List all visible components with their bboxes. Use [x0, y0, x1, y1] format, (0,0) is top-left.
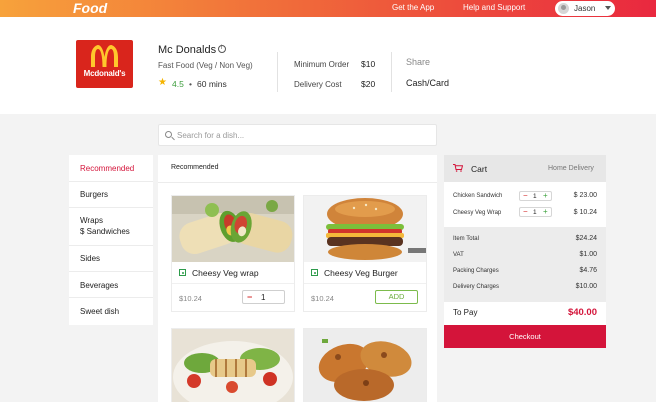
category-sweet-dish[interactable]: Sweet dish: [69, 298, 153, 325]
decrease-quantity-button[interactable]: −: [247, 292, 252, 303]
charge-value: $4.76: [579, 267, 597, 274]
top-bar: Food Get the App Help and Support Jason: [0, 0, 656, 17]
checkout-button[interactable]: Checkout: [444, 325, 606, 348]
restaurant-header: Mcdonald's Mc Donalds Fast Food (Veg / N…: [0, 17, 656, 114]
restaurant-name: Mc Donalds: [158, 44, 217, 56]
share-button[interactable]: Share: [406, 57, 430, 67]
search-placeholder: Search for a dish...: [177, 131, 245, 140]
user-name: Jason: [574, 4, 596, 13]
get-the-app-link[interactable]: Get the App: [392, 3, 434, 13]
cart-header: Cart Home Delivery: [444, 155, 606, 182]
star-icon: ★: [158, 77, 167, 88]
dish-card: Cheesy Veg Burger $10.24 ADD: [303, 195, 427, 312]
charge-label: Delivery Charges: [453, 284, 500, 290]
dish-image[interactable]: [304, 329, 426, 402]
dish-price: $10.24: [179, 294, 202, 303]
min-order-label: Minimum Order: [294, 60, 350, 69]
quantity-value: 1: [261, 293, 266, 302]
restaurant-logo: Mcdonald's: [76, 40, 133, 88]
cart-item-qty: 1: [533, 209, 537, 216]
decrease-quantity-button[interactable]: −: [523, 191, 528, 201]
category-burgers[interactable]: Burgers: [69, 182, 153, 208]
decrease-quantity-button[interactable]: −: [523, 207, 528, 217]
divider: [172, 283, 294, 284]
add-to-cart-button[interactable]: ADD: [375, 290, 418, 304]
delivery-mode[interactable]: Home Delivery: [548, 165, 594, 172]
chevron-down-icon: [605, 6, 611, 10]
category-label: Burgers: [80, 190, 109, 199]
info-icon[interactable]: [218, 45, 226, 53]
cart-item-price: $ 10.24: [573, 209, 597, 216]
to-pay-label: To Pay: [453, 308, 478, 317]
search-icon: [165, 131, 172, 138]
cart-item-stepper[interactable]: − 1 +: [519, 207, 552, 217]
min-order-value: $10: [361, 59, 376, 69]
increase-quantity-button[interactable]: +: [543, 191, 548, 201]
payment-methods: Cash/Card: [406, 78, 450, 88]
charge-label: VAT: [453, 252, 464, 258]
cart-item-qty: 1: [533, 193, 537, 200]
category-recommended[interactable]: Recommended: [69, 155, 153, 182]
charge-label: Item Total: [453, 236, 479, 242]
cart-title: Cart: [471, 164, 488, 174]
dish-image[interactable]: [172, 329, 294, 402]
charge-label: Packing Charges: [453, 268, 499, 274]
divider: [277, 52, 278, 92]
category-label: Wraps $ Sandwiches: [80, 216, 130, 236]
app-logo[interactable]: Food: [73, 0, 107, 16]
veg-indicator-icon: [179, 269, 186, 276]
dish-card: [303, 328, 427, 402]
user-menu[interactable]: Jason: [555, 1, 615, 16]
cart-charges: Item Total $24.24 VAT $1.00 Packing Char…: [444, 227, 606, 302]
category-label: Recommended: [80, 164, 135, 173]
delivery-cost-value: $20: [361, 79, 376, 89]
divider: [158, 182, 437, 183]
search-input[interactable]: Search for a dish...: [158, 124, 437, 146]
dish-name: Cheesy Veg wrap: [192, 268, 259, 278]
dish-card: Cheesy Veg wrap $10.24 − 1: [171, 195, 295, 312]
category-sides[interactable]: Sides: [69, 246, 153, 272]
dish-image[interactable]: [304, 196, 426, 262]
rating-value: 4.5: [172, 79, 184, 89]
category-label: Sweet dish: [80, 307, 120, 316]
menu-section: Recommended Cheesy Veg wrap $10.24 − 1 C…: [158, 155, 437, 402]
veg-indicator-icon: [311, 269, 318, 276]
restaurant-cuisine: Fast Food (Veg / Non Veg): [158, 61, 253, 70]
dish-card: [171, 328, 295, 402]
quantity-stepper[interactable]: − 1: [242, 290, 285, 304]
help-support-link[interactable]: Help and Support: [463, 3, 525, 13]
restaurant-logo-text: Mcdonald's: [83, 69, 126, 78]
menu-section-title: Recommended: [171, 164, 219, 171]
category-label: Beverages: [80, 281, 119, 290]
divider: [391, 52, 392, 92]
category-wraps-sandwiches[interactable]: Wraps $ Sandwiches: [69, 208, 153, 246]
category-label: Sides: [80, 254, 101, 263]
to-pay-value: $40.00: [567, 307, 597, 318]
cart-item-name: Cheesy Veg Wrap: [453, 210, 502, 216]
dish-price: $10.24: [311, 294, 334, 303]
avatar: [558, 3, 569, 14]
cart-item-stepper[interactable]: − 1 +: [519, 191, 552, 201]
dish-image[interactable]: [172, 196, 294, 262]
golden-arches-icon: [91, 45, 118, 67]
charge-value: $10.00: [575, 283, 597, 290]
delivery-cost-label: Delivery Cost: [294, 80, 342, 89]
cart-icon: [453, 164, 463, 172]
cart-item-price: $ 23.00: [573, 192, 597, 199]
charge-value: $1.00: [579, 251, 597, 258]
increase-quantity-button[interactable]: +: [543, 207, 548, 217]
category-beverages[interactable]: Beverages: [69, 272, 153, 298]
delivery-time: 60 mins: [197, 79, 227, 89]
divider: [304, 283, 426, 284]
charge-value: $24.24: [575, 235, 597, 242]
dish-name: Cheesy Veg Burger: [324, 268, 398, 278]
cart-item-name: Chicken Sandwich: [453, 193, 503, 199]
separator-dot: •: [189, 79, 192, 89]
cart-panel: Cart Home Delivery Chicken Sandwich − 1 …: [444, 155, 606, 348]
category-sidebar: Recommended Burgers Wraps $ Sandwiches S…: [69, 155, 153, 325]
